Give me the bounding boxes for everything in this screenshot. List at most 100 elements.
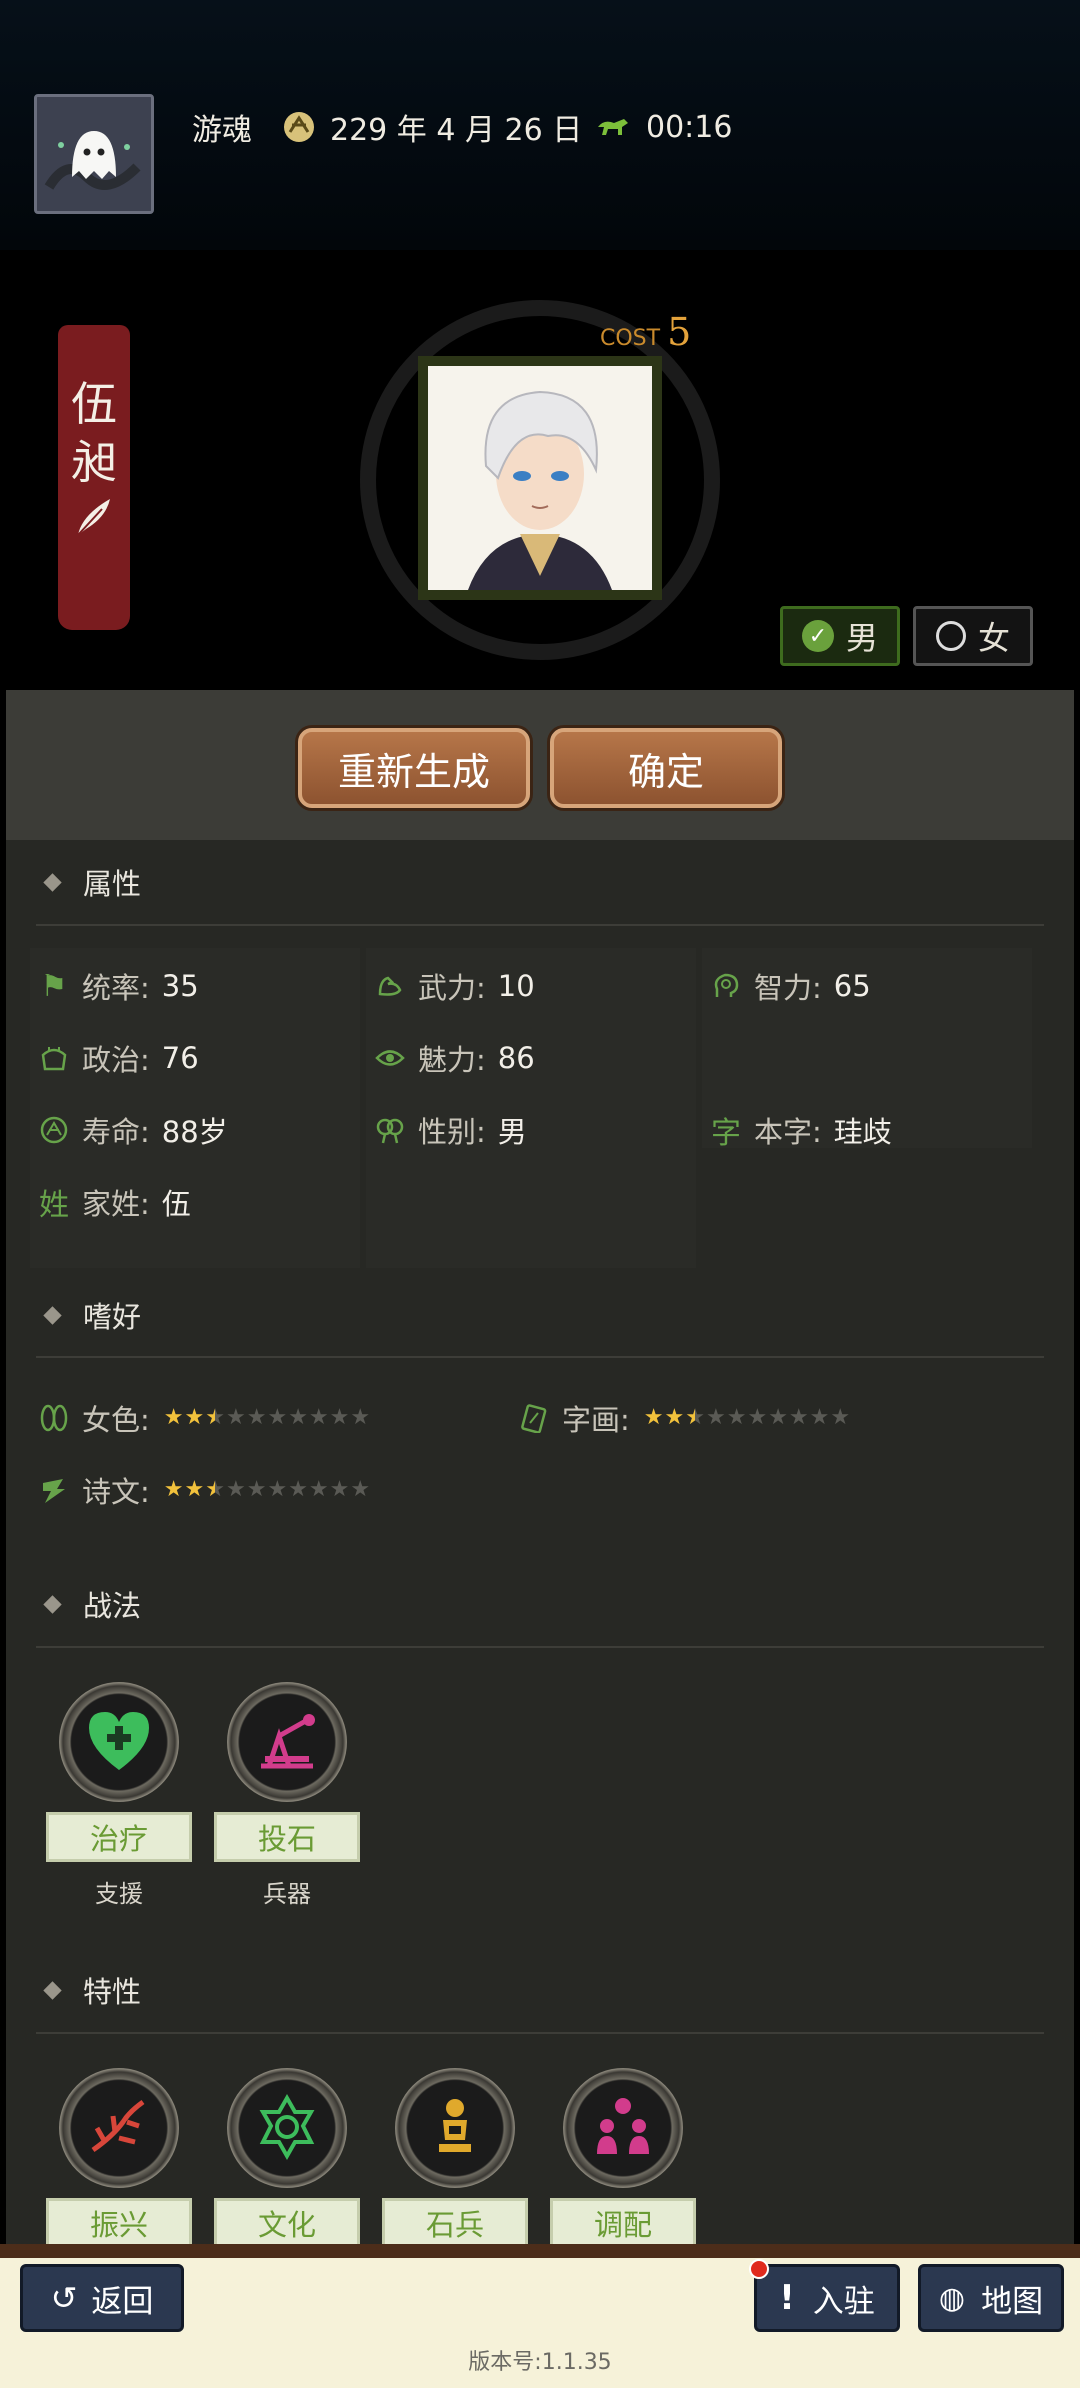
action-header	[6, 690, 1074, 840]
trait-dispatch[interactable]: 调配	[548, 2068, 698, 2248]
rating-stars: ★ ★ ★ ★ ★ ★ ★ ★ ★ ★	[644, 1406, 851, 1430]
section-attributes-title: 属性	[83, 867, 142, 901]
tactic-name: 投石	[214, 1812, 360, 1862]
star-icon: ★	[225, 1477, 246, 1502]
star-icon: ★	[726, 1405, 747, 1430]
trait-stone-soldier[interactable]: 石兵	[380, 2068, 530, 2248]
bottom-bar-edge	[0, 2244, 1080, 2258]
star-icon: ★	[329, 1405, 350, 1430]
star-icon: ★	[246, 1477, 267, 1502]
section-traits-title: 特性	[83, 1975, 142, 2009]
dispatch-icon	[597, 2098, 649, 2154]
time-text: 00:16	[646, 109, 733, 145]
attr-surname: 姓 家姓: 伍	[36, 1180, 191, 1224]
star-icon: ★	[788, 1405, 809, 1430]
cost-label: COST	[600, 326, 661, 351]
cost-indicator: COST 5	[600, 310, 691, 354]
user-name: 游魂	[192, 113, 252, 148]
rating-stars: ★ ★ ★ ★ ★ ★ ★ ★ ★ ★	[164, 1406, 371, 1430]
star-icon: ★	[184, 1405, 205, 1430]
hobby-painting: 字画: ★ ★ ★ ★ ★ ★ ★ ★ ★ ★	[516, 1396, 851, 1440]
stone-soldier-icon	[439, 2099, 471, 2152]
catapult-icon	[261, 1714, 315, 1769]
star-icon: ★	[246, 1405, 267, 1430]
regenerate-button[interactable]: 重新生成	[298, 728, 530, 808]
divider	[36, 1356, 1044, 1358]
star-icon: ★	[163, 1477, 184, 1502]
tactic-category: 支援	[95, 1880, 143, 1908]
feather-icon[interactable]	[72, 495, 116, 539]
rating-stars: ★ ★ ★ ★ ★ ★ ★ ★ ★ ★	[164, 1478, 371, 1502]
trait-name: 振兴	[46, 2198, 192, 2248]
character-name: 伍 昶	[58, 375, 130, 552]
back-label: 返回	[91, 2283, 154, 2320]
trait-culture[interactable]: 文化	[212, 2068, 362, 2248]
muscle-icon	[372, 968, 408, 1004]
star-icon: ★	[350, 1477, 371, 1502]
hobby-women: 女色: ★ ★ ★ ★ ★ ★ ★ ★ ★ ★	[36, 1396, 371, 1440]
gender-male-option[interactable]: ✓ 男	[780, 606, 900, 666]
star-icon: ★	[329, 1477, 350, 1502]
attr-lifespan: 寿命: 88岁	[36, 1108, 228, 1152]
eye-icon	[372, 1040, 408, 1076]
star-icon: ★	[205, 1405, 225, 1430]
politics-icon	[36, 1040, 72, 1076]
attr-charm: 魅力: 86	[372, 1036, 535, 1080]
revive-icon	[91, 2099, 145, 2153]
check-circle-icon: ✓	[801, 620, 834, 652]
ghost-icon	[37, 97, 151, 211]
section-attributes: 属性	[36, 862, 141, 902]
tactic-heal[interactable]: 治疗 支援	[44, 1682, 194, 1909]
trait-revive[interactable]: 振兴	[44, 2068, 194, 2248]
calendar-icon	[284, 112, 314, 142]
map-button[interactable]: ◍ 地图	[918, 2264, 1064, 2332]
section-hobbies-title: 嗜好	[83, 1300, 142, 1334]
culture-icon	[259, 2093, 315, 2161]
star-icon: ★	[308, 1477, 329, 1502]
player-avatar[interactable]	[34, 94, 154, 214]
section-tactics: 战法	[36, 1584, 141, 1624]
tactic-name: 治疗	[46, 1812, 192, 1862]
hobby-poetry: 诗文: ★ ★ ★ ★ ★ ★ ★ ★ ★ ★	[36, 1468, 371, 1512]
tactic-category: 兵器	[263, 1880, 311, 1908]
star-icon: ★	[350, 1405, 371, 1430]
heal-heart-icon	[89, 1712, 149, 1770]
diamond-icon	[43, 1980, 62, 2000]
name-char-2: 昶	[71, 435, 117, 489]
back-arrow-icon: ↺	[50, 2279, 78, 2317]
star-icon: ★	[205, 1477, 225, 1502]
star-icon: ★	[267, 1477, 288, 1502]
attr-gender: 性别: 男	[372, 1108, 527, 1152]
attr-intellect: 智力: 65	[708, 964, 871, 1008]
confirm-button[interactable]: 确定	[550, 728, 782, 808]
zi-icon: 字	[711, 1116, 741, 1151]
slippers-icon	[36, 1400, 72, 1436]
portrait-image	[428, 366, 652, 590]
station-label: 入驻	[812, 2283, 875, 2320]
section-hobbies: 嗜好	[36, 1295, 141, 1335]
star-icon: ★	[747, 1405, 768, 1430]
back-button[interactable]: ↺ 返回	[20, 2264, 184, 2332]
globe-icon: ◍	[938, 2280, 966, 2316]
radio-empty-icon	[935, 621, 966, 651]
gender-female-option[interactable]: 女	[913, 606, 1033, 666]
notification-dot	[749, 2259, 769, 2279]
scroll-icon	[36, 1472, 72, 1508]
section-traits: 特性	[36, 1970, 141, 2010]
star-icon: ★	[705, 1405, 726, 1430]
station-button[interactable]: ! 入驻	[754, 2264, 900, 2332]
attr-courtesy-name: 字 本字: 珪歧	[708, 1108, 892, 1152]
star-icon: ★	[809, 1405, 830, 1430]
gender-male-label: 男	[845, 619, 878, 657]
trait-name: 石兵	[382, 2198, 528, 2248]
star-icon: ★	[768, 1405, 788, 1430]
name-char-1: 伍	[71, 377, 117, 431]
painting-icon	[516, 1400, 552, 1436]
star-icon: ★	[664, 1405, 685, 1430]
star-icon: ★	[288, 1477, 308, 1502]
trait-name: 调配	[550, 2198, 696, 2248]
tactic-catapult[interactable]: 投石 兵器	[212, 1682, 362, 1909]
date-text: 229 年 4 月 26 日	[330, 113, 583, 148]
star-icon: ★	[267, 1405, 288, 1430]
flag-icon: ⚑	[40, 968, 68, 1004]
